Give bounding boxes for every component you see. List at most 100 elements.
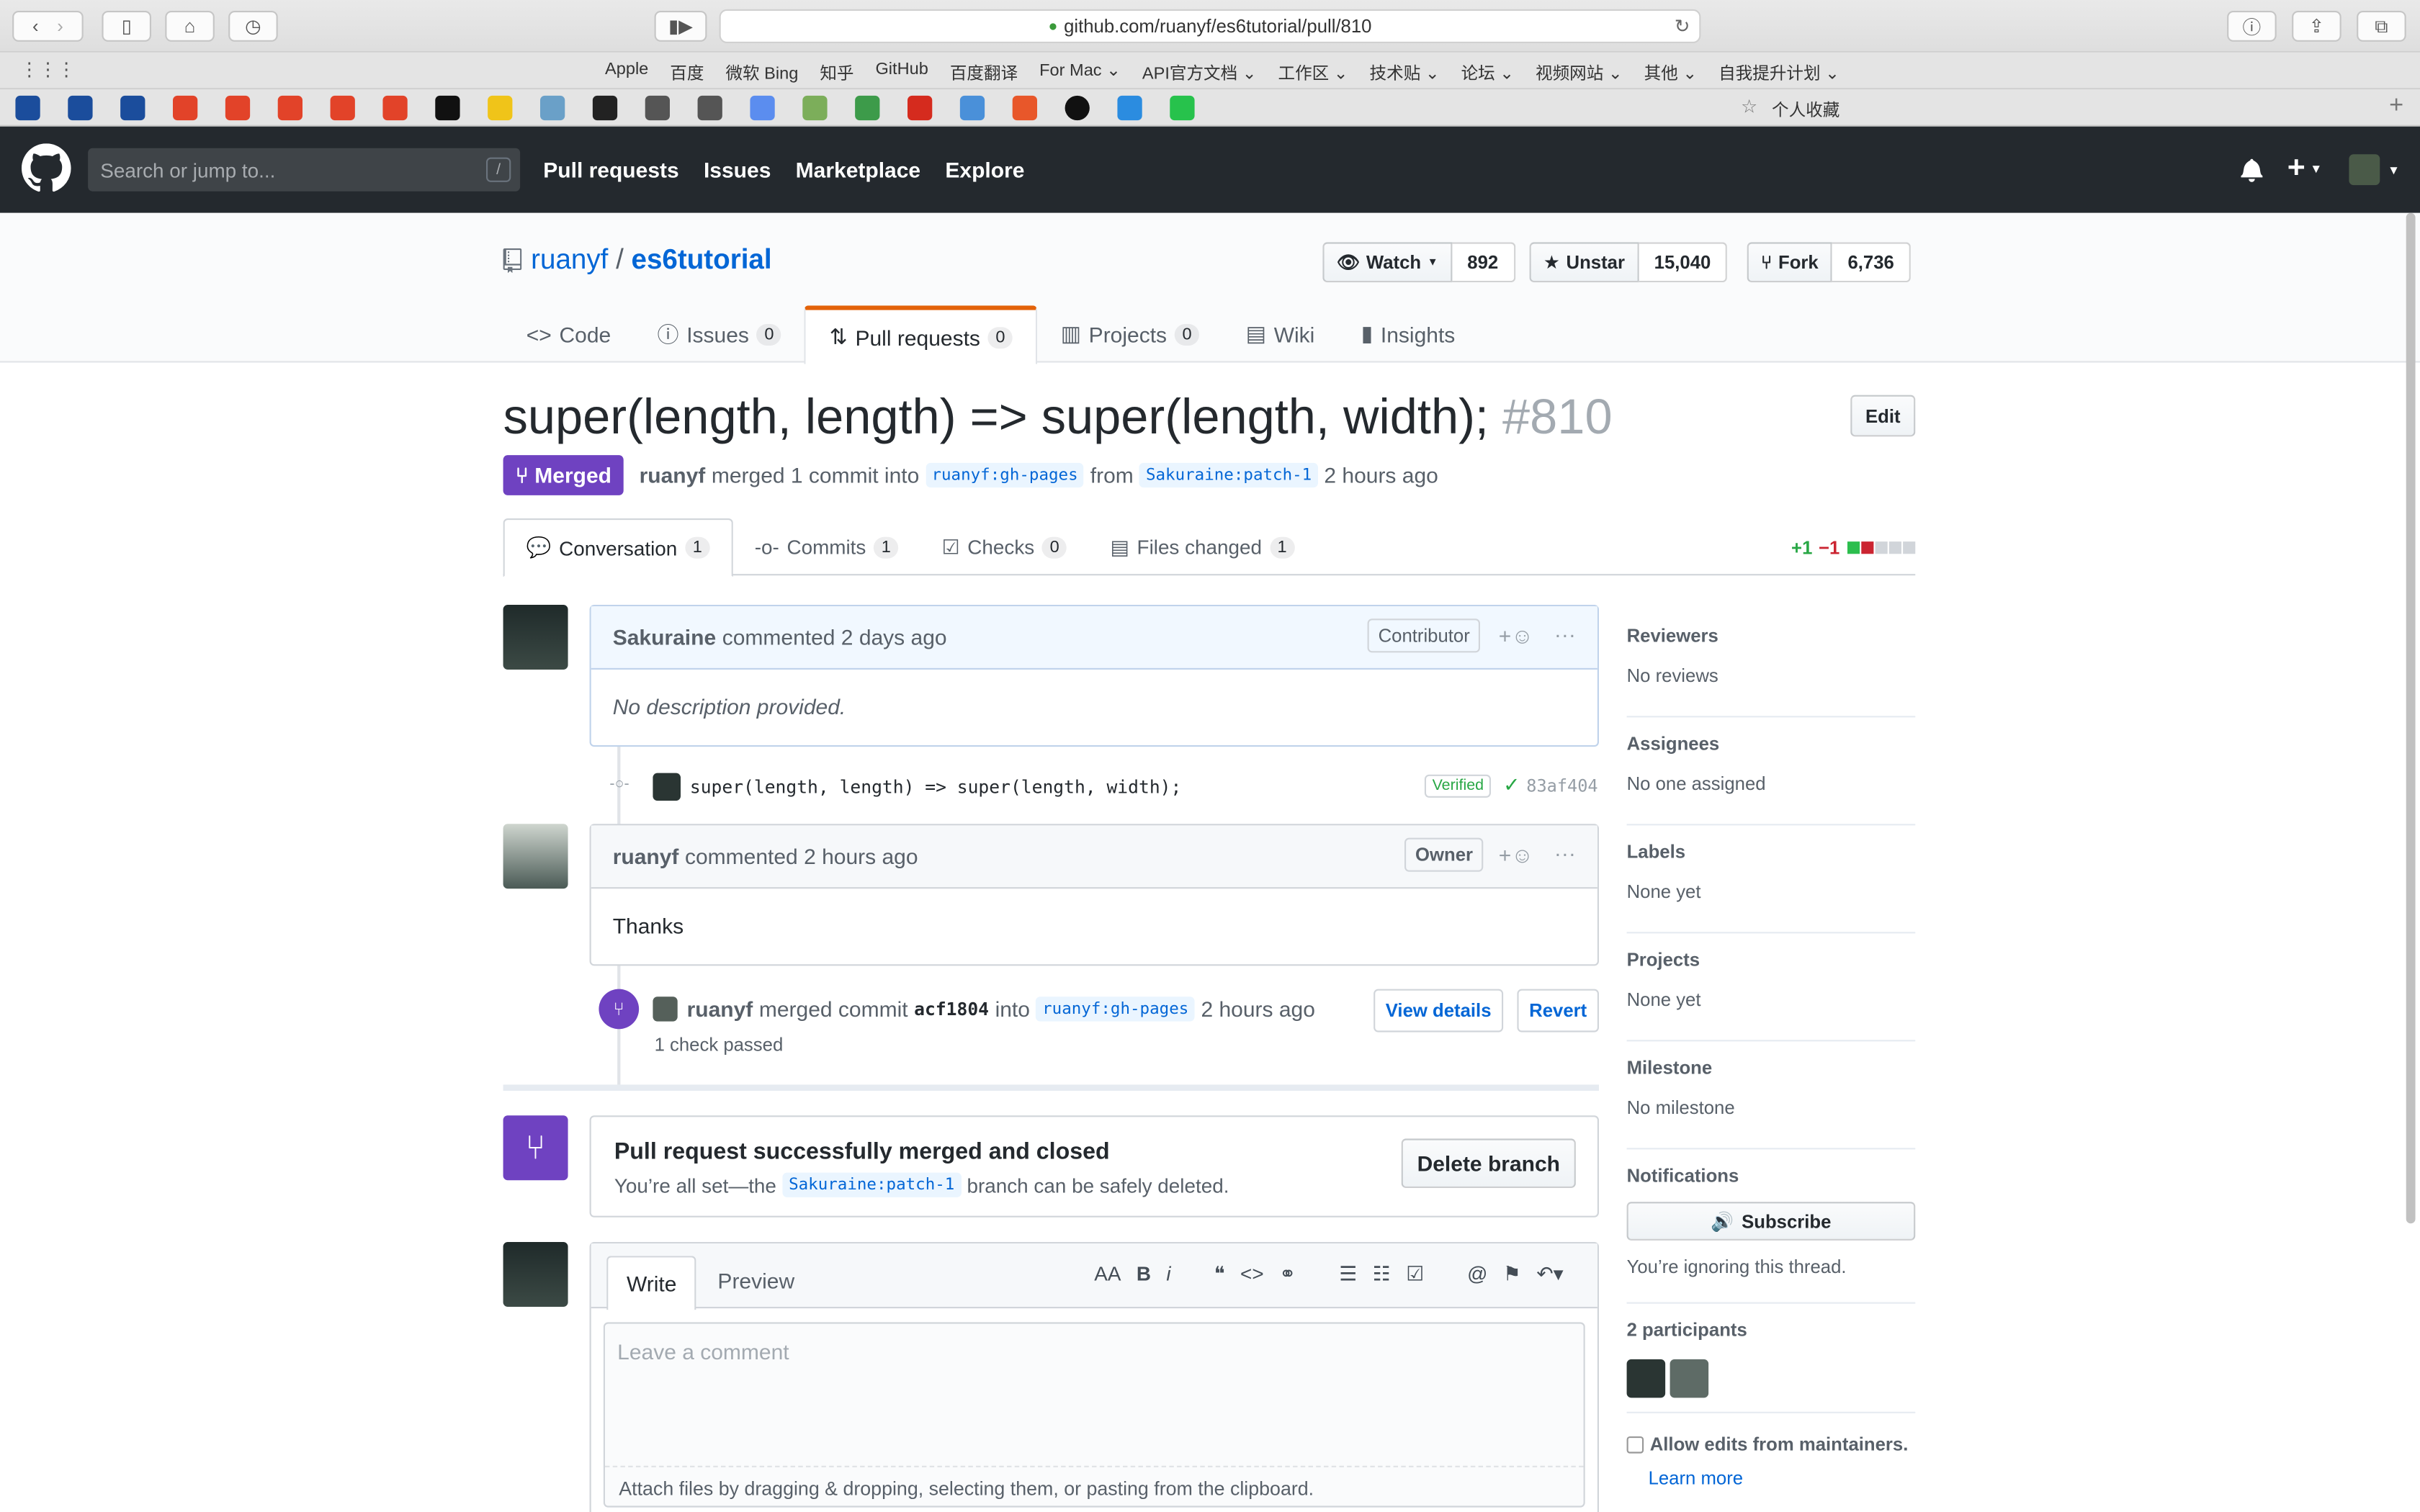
- favorites-label[interactable]: 个人收藏: [1772, 97, 1839, 122]
- sidebar-heading[interactable]: Reviewers: [1627, 625, 1916, 647]
- fav-icon[interactable]: [540, 95, 565, 121]
- sidebar-heading[interactable]: Labels: [1627, 841, 1916, 863]
- react-icon[interactable]: [592, 95, 618, 121]
- gitlab-icon[interactable]: [173, 95, 198, 121]
- tabs-icon[interactable]: ⧉: [2357, 11, 2406, 42]
- tab-code[interactable]: <> Code: [503, 305, 635, 362]
- create-new-button[interactable]: + ▼: [2287, 151, 2322, 186]
- bookmark-item[interactable]: GitHub: [875, 60, 928, 85]
- bookmark-item[interactable]: 视频网站 ⌄: [1536, 60, 1623, 85]
- nav-issues[interactable]: Issues: [704, 158, 771, 182]
- scrollbar[interactable]: [2406, 212, 2416, 1224]
- tab-files-changed[interactable]: ▤ Files changed 1: [1088, 518, 1316, 575]
- quote-icon[interactable]: ❝: [1214, 1262, 1225, 1287]
- base-branch[interactable]: ruanyf:gh-pages: [1036, 996, 1195, 1022]
- book-icon[interactable]: [697, 95, 722, 121]
- fav-icon[interactable]: [1170, 95, 1195, 121]
- merge-sha[interactable]: acf1804: [914, 998, 989, 1020]
- nav-explore[interactable]: Explore: [945, 158, 1024, 182]
- avatar[interactable]: [503, 1242, 568, 1307]
- mention-icon[interactable]: @: [1467, 1262, 1487, 1287]
- repo-owner-link[interactable]: ruanyf: [531, 244, 608, 276]
- link-icon[interactable]: ⚭: [1279, 1262, 1296, 1287]
- bookmark-item[interactable]: API官方文档 ⌄: [1142, 60, 1257, 85]
- commit-message[interactable]: super(length, length) => super(length, w…: [690, 776, 1181, 798]
- bold-icon[interactable]: B: [1137, 1262, 1151, 1287]
- head-branch[interactable]: Sakuraine:patch-1: [1139, 462, 1318, 488]
- fav-icon[interactable]: [15, 95, 40, 121]
- repo-name-link[interactable]: es6tutorial: [632, 244, 772, 276]
- back-forward-buttons[interactable]: ‹ ›: [12, 11, 84, 42]
- gitlab-icon[interactable]: [277, 95, 302, 121]
- comment-time[interactable]: commented 2 days ago: [722, 625, 947, 649]
- forward-icon[interactable]: ›: [57, 15, 63, 37]
- node-icon[interactable]: [855, 95, 880, 121]
- fav-icon[interactable]: [1012, 95, 1037, 121]
- subscribe-button[interactable]: 🔊 Subscribe: [1626, 1202, 1916, 1241]
- es-icon[interactable]: [488, 95, 513, 121]
- nav-marketplace[interactable]: Marketplace: [796, 158, 920, 182]
- base-branch[interactable]: ruanyf:gh-pages: [925, 462, 1085, 488]
- avatar[interactable]: [653, 773, 681, 801]
- fav-icon[interactable]: [802, 95, 828, 121]
- home-icon[interactable]: ⌂: [165, 11, 215, 42]
- allow-edits-label[interactable]: Allow edits from maintainers.: [1650, 1434, 1909, 1455]
- bookmark-item[interactable]: 百度: [670, 60, 704, 85]
- back-icon[interactable]: ‹: [32, 15, 39, 37]
- view-details-button[interactable]: View details: [1373, 989, 1504, 1032]
- italic-icon[interactable]: i: [1166, 1262, 1170, 1287]
- code-icon[interactable]: <>: [1240, 1262, 1264, 1287]
- write-tab[interactable]: Write: [606, 1256, 697, 1310]
- user-avatar-menu[interactable]: ▼: [2349, 154, 2400, 186]
- book-icon[interactable]: [645, 95, 670, 121]
- fav-icon[interactable]: [750, 95, 775, 121]
- unstar-button[interactable]: ★ Unstar: [1529, 242, 1639, 283]
- fav-icon[interactable]: [959, 95, 985, 121]
- bullet-list-icon[interactable]: ☰: [1339, 1262, 1357, 1287]
- avatar[interactable]: [503, 824, 568, 889]
- github-logo-icon[interactable]: [22, 143, 71, 193]
- info-icon[interactable]: ⓘ: [2227, 11, 2277, 42]
- tab-checks[interactable]: ☑ Checks 0: [920, 518, 1089, 575]
- watch-button[interactable]: 👁 Watch ▼: [1322, 242, 1452, 283]
- sidebar-heading[interactable]: Milestone: [1627, 1057, 1916, 1079]
- tab-issues[interactable]: ⓘ Issues 0: [634, 305, 805, 362]
- avatar[interactable]: [503, 605, 568, 670]
- fav-icon[interactable]: [908, 95, 933, 121]
- comment-textarea[interactable]: Leave a comment Attach files by dragging…: [603, 1322, 1585, 1508]
- avatar[interactable]: [1626, 1359, 1666, 1398]
- bookmark-item[interactable]: 技术贴 ⌄: [1370, 60, 1440, 85]
- delete-branch-button[interactable]: Delete branch: [1401, 1138, 1576, 1188]
- fork-button[interactable]: ⑂ Fork: [1747, 242, 1833, 283]
- search-input[interactable]: Search or jump to... /: [88, 148, 521, 192]
- bookmark-item[interactable]: For Mac ⌄: [1039, 60, 1121, 85]
- bookmark-item[interactable]: 其他 ⌄: [1644, 60, 1697, 85]
- edit-title-button[interactable]: Edit: [1850, 395, 1916, 437]
- add-reaction-icon[interactable]: +☺: [1499, 842, 1533, 867]
- bookmark-item[interactable]: Apple: [605, 60, 648, 85]
- text-size-icon[interactable]: AA: [1094, 1262, 1121, 1287]
- tab-commits[interactable]: -o- Commits 1: [733, 518, 920, 575]
- tab-wiki[interactable]: ▤ Wiki: [1222, 305, 1337, 362]
- gitlab-icon[interactable]: [382, 95, 408, 121]
- new-tab-icon[interactable]: +: [2389, 93, 2403, 121]
- tab-conversation[interactable]: 💬 Conversation 1: [503, 518, 733, 577]
- numbered-list-icon[interactable]: ☷: [1373, 1262, 1391, 1287]
- more-options-icon[interactable]: ···: [1554, 841, 1576, 865]
- comment-author[interactable]: Sakuraine: [613, 625, 716, 649]
- sidebar-heading[interactable]: Assignees: [1627, 733, 1916, 755]
- github-icon[interactable]: [1065, 95, 1090, 121]
- pr-author-link[interactable]: ruanyf: [640, 463, 706, 487]
- fav-icon[interactable]: [68, 95, 93, 121]
- bell-icon[interactable]: [2241, 158, 2263, 182]
- sidebar-toggle-icon[interactable]: ▯: [102, 11, 151, 42]
- avatar[interactable]: [1670, 1359, 1709, 1398]
- bookmark-item[interactable]: 工作区 ⌄: [1278, 60, 1348, 85]
- verified-badge[interactable]: Verified: [1424, 774, 1492, 798]
- tab-projects[interactable]: ▥ Projects 0: [1037, 305, 1222, 362]
- fork-count[interactable]: 6,736: [1832, 242, 1912, 283]
- gitlab-icon[interactable]: [225, 95, 251, 121]
- reload-icon[interactable]: ↻: [1675, 15, 1690, 37]
- avatar[interactable]: [653, 996, 678, 1022]
- bookmark-item[interactable]: 微软 Bing: [725, 60, 798, 85]
